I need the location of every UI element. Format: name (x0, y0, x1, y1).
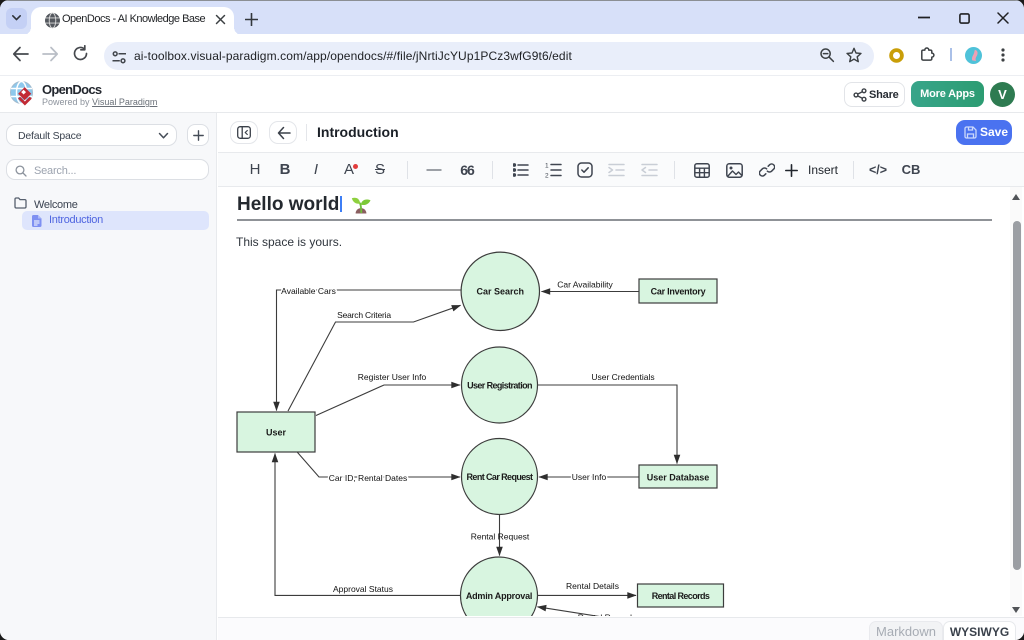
svg-text:Register User Info: Register User Info (358, 372, 427, 382)
svg-text:Search Criteria: Search Criteria (337, 310, 391, 320)
svg-text:User Database: User Database (647, 473, 710, 483)
svg-text:User: User (266, 428, 287, 438)
svg-text:Rental Details: Rental Details (566, 581, 619, 591)
svg-text:Approval Status: Approval Status (333, 584, 393, 594)
svg-text:Rent Car Request: Rent Car Request (467, 472, 534, 482)
svg-text:Rental Request: Rental Request (471, 532, 530, 542)
svg-text:Car Availability: Car Availability (557, 280, 613, 290)
svg-text:Car Inventory: Car Inventory (651, 287, 706, 297)
svg-text:Car Search: Car Search (477, 287, 525, 297)
svg-text:User Registration: User Registration (467, 381, 532, 391)
svg-text:Rental Records: Rental Records (578, 613, 637, 617)
svg-text:Available Cars: Available Cars (281, 286, 336, 296)
svg-text:Rental Records: Rental Records (652, 591, 710, 601)
svg-text:2: 2 (545, 173, 549, 179)
svg-text:Admin Approval: Admin Approval (466, 591, 532, 601)
svg-text:User Info: User Info (572, 472, 607, 482)
svg-text:User Credentials: User Credentials (591, 372, 654, 382)
svg-text:Car ID, Rental Dates: Car ID, Rental Dates (329, 473, 407, 483)
svg-text:1: 1 (545, 163, 549, 170)
